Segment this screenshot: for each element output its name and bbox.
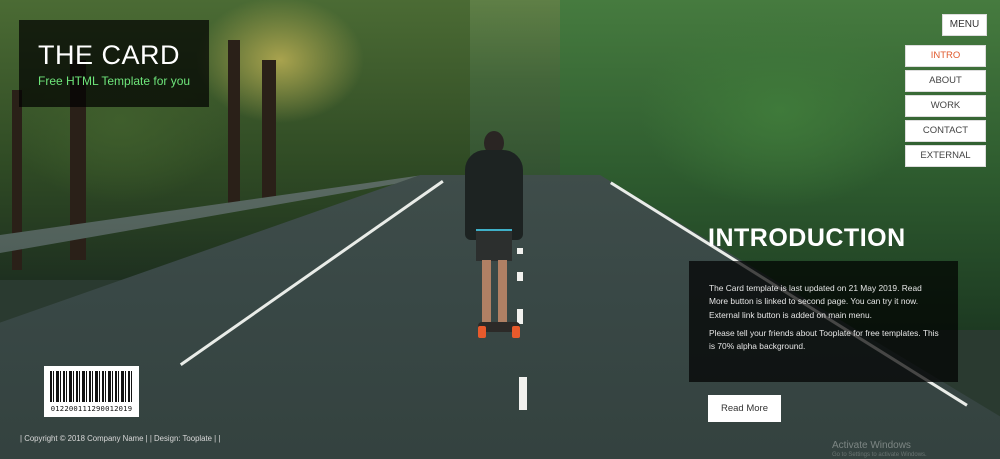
skater-leg bbox=[482, 260, 491, 322]
road-dash bbox=[519, 377, 527, 410]
skater-leg bbox=[498, 260, 507, 322]
skateboard-wheel bbox=[478, 326, 486, 338]
road-dash bbox=[517, 248, 523, 254]
intro-paragraph: Please tell your friends about Tooplate … bbox=[709, 327, 939, 352]
menu-toggle-button[interactable]: MENU bbox=[942, 14, 987, 36]
nav-item-contact[interactable]: CONTACT bbox=[905, 120, 986, 142]
barcode-digits: 0122001112900120​19 bbox=[50, 404, 133, 413]
site-subtitle: Free HTML Template for you bbox=[38, 74, 191, 88]
nav-item-work[interactable]: WORK bbox=[905, 95, 986, 117]
skater-hoodie bbox=[465, 150, 523, 240]
barcode-image: 0122001112900120​19 bbox=[44, 366, 139, 417]
site-title: THE CARD bbox=[38, 40, 181, 70]
barcode-bars bbox=[50, 371, 133, 402]
nav-item-external[interactable]: EXTERNAL bbox=[905, 145, 986, 167]
footer-copyright: | Copyright © 2018 Company Name | | Desi… bbox=[20, 434, 221, 443]
activate-windows-watermark: Activate Windows bbox=[832, 440, 911, 451]
skater-shorts bbox=[476, 231, 512, 261]
activate-windows-subtext: Go to Settings to activate Windows. bbox=[832, 452, 927, 458]
read-more-button[interactable]: Read More bbox=[708, 395, 781, 422]
skateboard-wheel bbox=[512, 326, 520, 338]
tree-trunk bbox=[228, 40, 240, 210]
nav-item-intro[interactable]: INTRO bbox=[905, 45, 986, 67]
nav-item-about[interactable]: ABOUT bbox=[905, 70, 986, 92]
tree-trunk bbox=[262, 60, 276, 200]
intro-paragraph: The Card template is last updated on 21 … bbox=[709, 283, 922, 320]
brand-box: THE CARD Free HTML Template for you bbox=[19, 20, 209, 107]
intro-heading: INTRODUCTION bbox=[708, 224, 906, 252]
road-dash bbox=[517, 272, 523, 281]
intro-card: The Card template is last updated on 21 … bbox=[689, 261, 958, 382]
main-nav: INTRO ABOUT WORK CONTACT EXTERNAL bbox=[905, 45, 987, 170]
